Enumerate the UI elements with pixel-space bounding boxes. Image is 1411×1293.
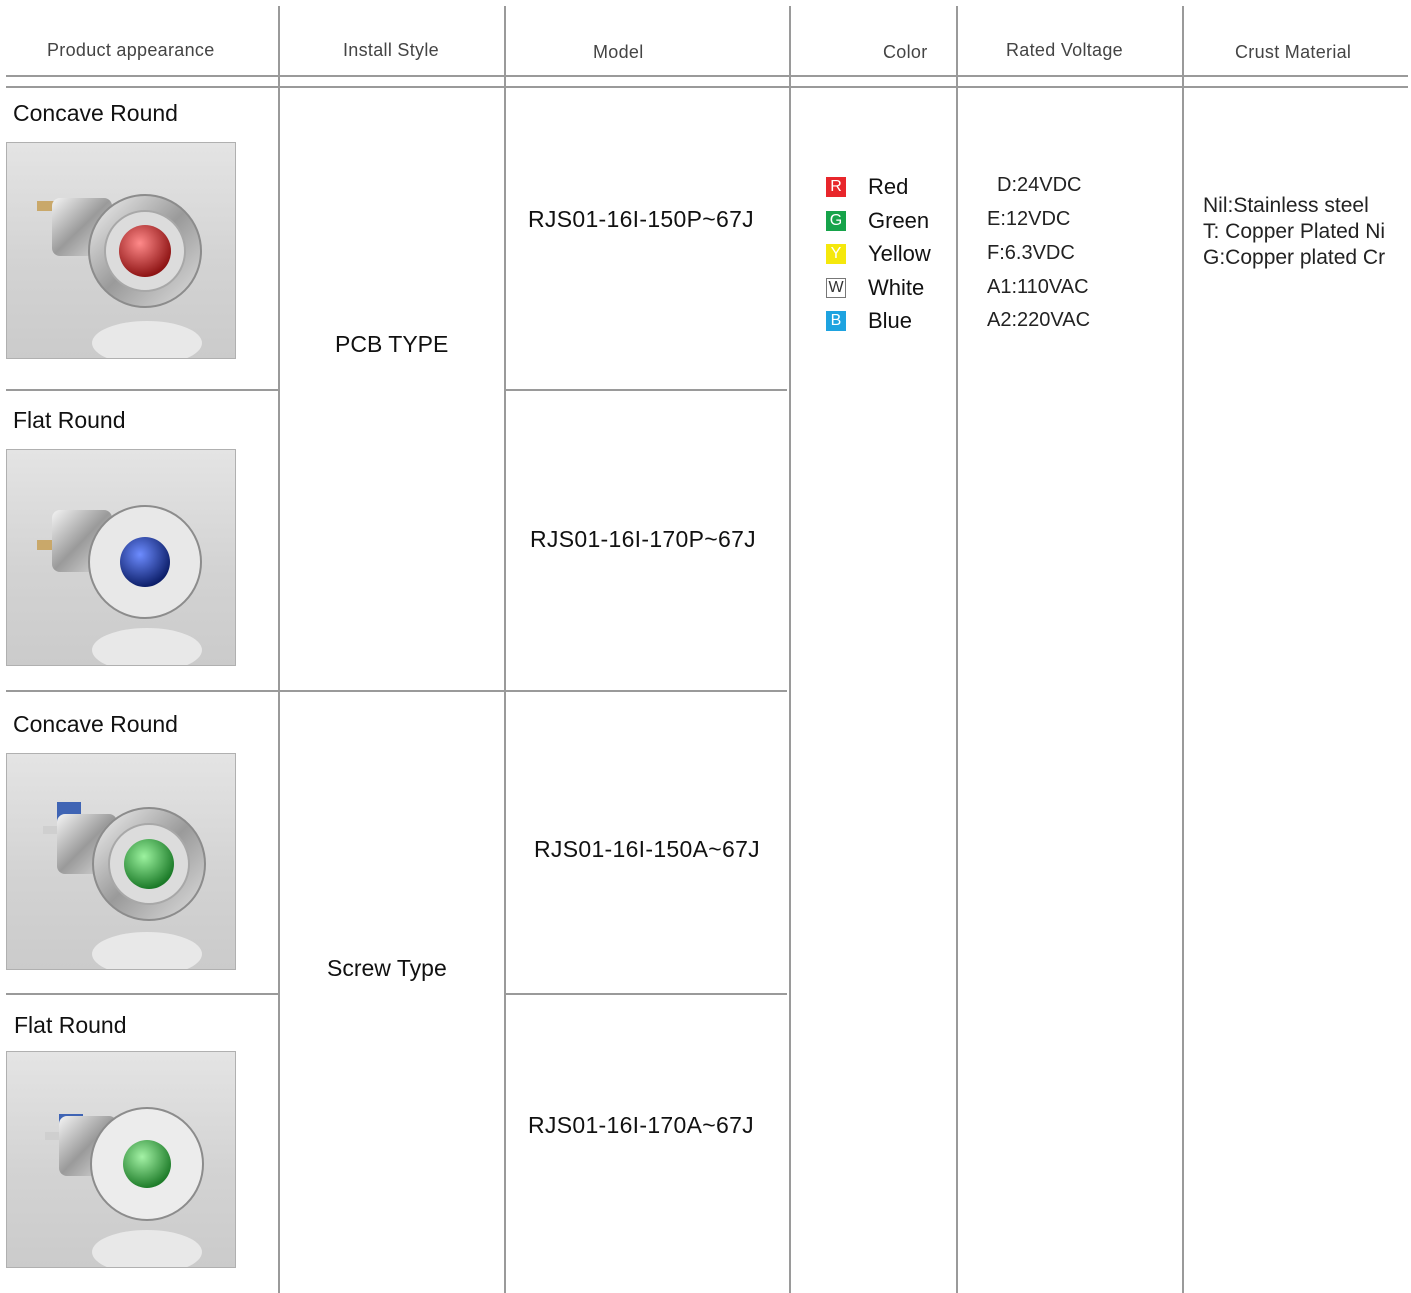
- column-divider: [504, 6, 506, 1293]
- color-swatch: B: [826, 311, 846, 331]
- product-label: Flat Round: [13, 407, 126, 433]
- header-model: Model: [593, 42, 644, 62]
- color-option-yellow: Y Yellow: [826, 241, 931, 267]
- crust-material-option: G:Copper plated Cr: [1203, 246, 1386, 269]
- install-style-screw: Screw Type: [327, 955, 447, 981]
- voltage-option: E:12VDC: [987, 208, 1071, 230]
- color-name: Yellow: [868, 241, 931, 266]
- column-divider: [1182, 6, 1184, 1293]
- product-label: Concave Round: [13, 711, 178, 737]
- header-divider: [6, 75, 1408, 77]
- color-swatch: R: [826, 177, 846, 197]
- row-divider: [505, 389, 787, 391]
- color-swatch: W: [826, 278, 846, 298]
- column-divider: [956, 6, 958, 1293]
- product-photo: [6, 142, 236, 359]
- indicator-light-icon: [43, 802, 206, 969]
- color-option-white: W White: [826, 275, 924, 301]
- color-name: White: [868, 275, 925, 300]
- voltage-option: A1:110VAC: [987, 276, 1089, 298]
- model-number: RJS01-16I-170A~67J: [528, 1112, 754, 1138]
- header-color: Color: [883, 42, 928, 62]
- color-name: Green: [868, 208, 930, 233]
- product-photo: [6, 753, 236, 970]
- voltage-option: D:24VDC: [997, 174, 1082, 196]
- install-style-pcb: PCB TYPE: [335, 331, 449, 357]
- row-divider: [6, 993, 278, 995]
- indicator-light-icon: [37, 505, 202, 665]
- model-number: RJS01-16I-170P~67J: [530, 526, 756, 552]
- indicator-light-icon: [37, 194, 202, 358]
- row-divider: [6, 690, 787, 692]
- product-photo: [6, 1051, 236, 1268]
- color-swatch: Y: [826, 244, 846, 264]
- header-rated-voltage: Rated Voltage: [1006, 40, 1123, 60]
- column-divider: [789, 6, 791, 1293]
- model-number: RJS01-16I-150A~67J: [534, 836, 760, 862]
- product-label: Concave Round: [13, 100, 178, 126]
- row-divider: [6, 389, 278, 391]
- color-swatch: G: [826, 211, 846, 231]
- crust-material-option: T: Copper Plated Ni: [1203, 220, 1386, 243]
- header-install-style: Install Style: [343, 40, 439, 60]
- indicator-light-icon: [45, 1107, 204, 1267]
- column-divider: [278, 6, 280, 1293]
- product-photo: [6, 449, 236, 666]
- header-crust-material: Crust Material: [1235, 42, 1352, 62]
- color-name: Blue: [868, 308, 913, 333]
- color-name: Red: [868, 174, 909, 199]
- header-divider: [6, 86, 1408, 88]
- color-option-green: G Green: [826, 208, 929, 234]
- voltage-option: F:6.3VDC: [987, 242, 1075, 264]
- voltage-option: A2:220VAC: [987, 309, 1091, 331]
- product-label: Flat Round: [14, 1012, 127, 1038]
- header-product-appearance: Product appearance: [47, 40, 215, 60]
- color-option-blue: B Blue: [826, 308, 912, 334]
- color-option-red: R Red: [826, 174, 908, 200]
- crust-material-option: Nil:Stainless steel: [1203, 194, 1369, 217]
- row-divider: [505, 993, 787, 995]
- model-number: RJS01-16I-150P~67J: [528, 206, 754, 232]
